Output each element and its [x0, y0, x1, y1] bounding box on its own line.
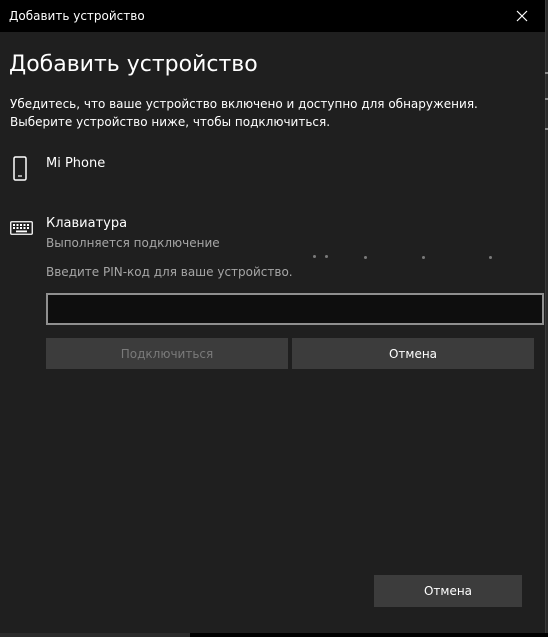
device-item-mi-phone[interactable]: Mi Phone	[0, 150, 545, 190]
close-icon	[516, 10, 528, 22]
taskbar-edge	[0, 633, 548, 637]
device-name: Mi Phone	[46, 156, 106, 171]
progress-dot	[422, 256, 425, 259]
pin-input[interactable]	[46, 293, 544, 325]
connection-status: Выполняется подключение	[46, 236, 220, 250]
instructions-line-2: Выберите устройство ниже, чтобы подключи…	[10, 115, 331, 129]
phone-icon	[13, 156, 27, 181]
progress-dot	[364, 256, 367, 259]
add-device-dialog: Добавить устройство Добавить устройство …	[0, 0, 546, 633]
window-title: Добавить устройство	[9, 9, 145, 23]
progress-dot	[489, 256, 492, 259]
keyboard-icon	[10, 221, 33, 235]
connect-button[interactable]: Подключиться	[46, 338, 288, 369]
instructions-line-1: Убедитесь, что ваше устройство включено …	[10, 97, 478, 111]
device-name: Клавиатура	[46, 216, 128, 231]
cancel-connection-button[interactable]: Отмена	[292, 338, 534, 369]
title-bar: Добавить устройство	[0, 0, 545, 32]
close-button[interactable]	[499, 0, 545, 32]
progress-dot	[313, 255, 316, 258]
instructions: Убедитесь, что ваше устройство включено …	[10, 95, 478, 131]
progress-dot	[325, 255, 328, 258]
pin-prompt: Введите PIN-код для ваше устройство.	[46, 265, 293, 279]
page-title: Добавить устройство	[9, 52, 258, 77]
taskbar-edge-dark	[190, 633, 548, 637]
cancel-button[interactable]: Отмена	[374, 575, 522, 607]
